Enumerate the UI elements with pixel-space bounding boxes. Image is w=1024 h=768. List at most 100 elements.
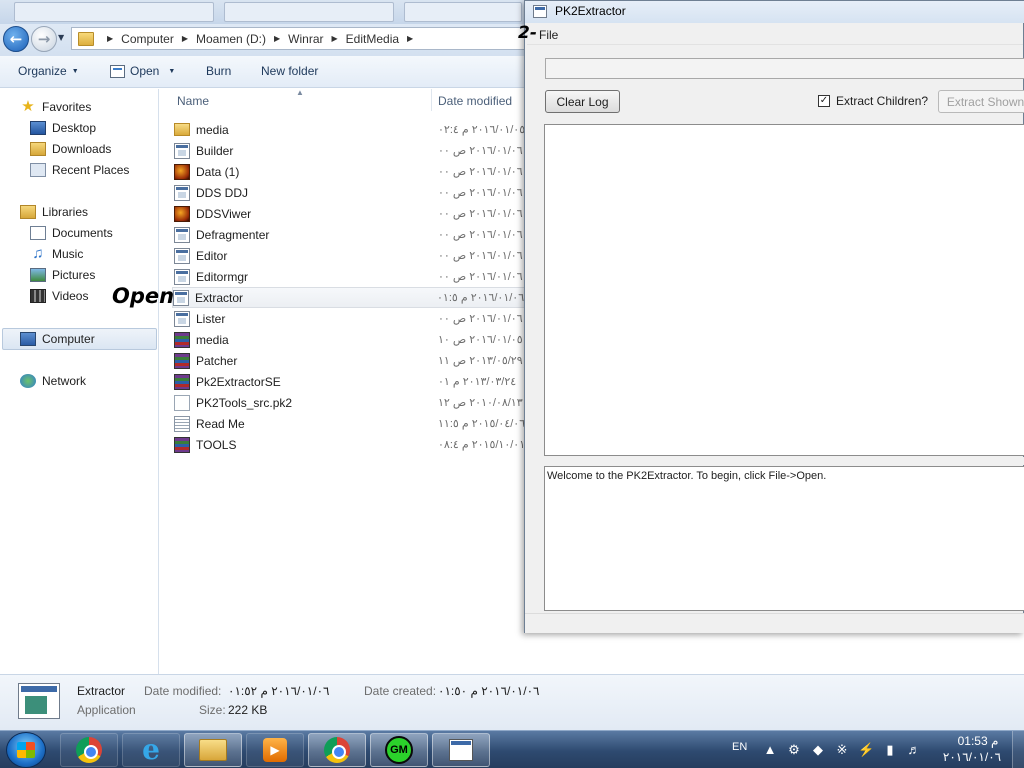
nav-libraries[interactable]: Libraries [20,202,88,222]
pk2-file-tree[interactable] [544,124,1024,456]
file-date-modified: ٢٠١٦/٠١/٠٦ م ٠١:٥ [437,292,525,304]
nav-favorites[interactable]: ★ Favorites [20,97,91,117]
file-row[interactable]: Read Me ٢٠١٥/٠٤/٠٦ م ١١:٥ [174,413,530,434]
breadcrumb-winrar[interactable]: Winrar [287,32,324,46]
new-folder-button[interactable]: New folder [261,64,318,78]
column-divider[interactable] [431,89,432,111]
file-row[interactable]: media ٢٠١٦/٠١/٠٥ م ٠٢:٤ [174,119,530,140]
file-name: Editor [196,248,228,263]
clear-log-button[interactable]: Clear Log [545,90,620,113]
signal-strength-icon[interactable]: ▮ [882,742,898,758]
chevron-right-icon[interactable]: ▶ [182,34,188,43]
clock-date[interactable]: ٢٠١٦/٠١/٠٦ [934,750,1010,764]
pk2-title-bar[interactable]: PK2Extractor [525,1,1024,23]
forward-button[interactable]: → [31,26,57,52]
tray-settings-icon[interactable]: ⚙ [786,742,802,758]
back-button[interactable]: ← [3,26,29,52]
background-window-tab[interactable] [224,2,394,22]
nav-music[interactable]: ♫ Music [30,244,83,264]
taskbar-explorer-button[interactable] [184,733,242,767]
extract-shown-button[interactable]: Extract Shown [938,90,1024,113]
file-row[interactable]: media ٢٠١٦/٠١/٠٥ ص ١٠ [174,329,530,350]
chevron-down-icon[interactable]: ▼ [168,68,175,75]
pk2-log-box[interactable]: Welcome to the PK2Extractor. To begin, c… [544,466,1024,611]
taskbar-ie-button[interactable]: e [122,733,180,767]
organize-button[interactable]: Organize ▼ [18,64,79,78]
file-icon [174,394,190,411]
file-row[interactable]: Editormgr ٢٠١٦/٠١/٠٦ ص ٠٠ [174,266,530,287]
file-row[interactable]: TOOLS ٢٠١٥/١٠/٠١ م ٠٨:٤ [174,434,530,455]
file-name: Editormgr [196,269,249,284]
column-header-date-modified[interactable]: Date modified [438,94,512,108]
nav-recent-places[interactable]: Recent Places [30,160,129,180]
power-icon[interactable]: ⚡ [858,742,874,758]
taskbar-gm-button[interactable]: GM [370,733,428,767]
winrar-archive-icon [174,373,190,390]
file-row[interactable]: Patcher ٢٠١٣/٠٥/٢٩ ص ١١ [174,350,530,371]
bluetooth-icon[interactable]: ※ [834,742,850,758]
pk2-path-field[interactable] [545,58,1024,79]
file-row[interactable]: DDSViwer ٢٠١٦/٠١/٠٦ ص ٠٠ [174,203,530,224]
dragon-icon [174,163,190,180]
taskbar-pk2extractor-button[interactable] [432,733,490,767]
recent-pages-button[interactable]: ▼ [58,33,68,42]
checkmark-icon[interactable]: ✓ [818,95,830,107]
file-date-modified: ٢٠١٥/١٠/٠١ م ٠٨:٤ [438,439,526,451]
nav-desktop[interactable]: Desktop [30,118,96,138]
taskbar-media-player-button[interactable]: ▶ [246,733,304,767]
pk2-window-title: PK2Extractor [555,4,626,18]
videos-filmstrip-icon [30,289,46,303]
file-date-modified: ٢٠١٥/٠٤/٠٦ م ١١:٥ [438,418,526,430]
background-window-tab[interactable] [404,2,522,22]
chevron-right-icon[interactable]: ▶ [407,34,413,43]
file-name: PK2Tools_src.pk2 [196,395,293,410]
nav-pictures[interactable]: Pictures [30,265,95,285]
nav-network[interactable]: Network [20,371,86,391]
file-row[interactable]: Defragmenter ٢٠١٦/٠١/٠٦ ص ٠٠ [174,224,530,245]
volume-icon[interactable]: ♬ [906,742,922,758]
nav-computer[interactable]: Computer [20,329,95,349]
nav-documents[interactable]: Documents [30,223,113,243]
open-label: Open [130,64,160,78]
file-row[interactable]: Builder ٢٠١٦/٠١/٠٦ ص ٠٠ [174,140,530,161]
file-row[interactable]: DDS DDJ ٢٠١٦/٠١/٠٦ ص ٠٠ [174,182,530,203]
file-row[interactable]: Data (1) ٢٠١٦/٠١/٠٦ ص ٠٠ [174,161,530,182]
language-indicator[interactable]: EN [732,741,747,753]
breadcrumb-editmedia[interactable]: EditMedia [345,32,400,46]
nav-videos[interactable]: Videos [30,286,88,306]
chevron-right-icon[interactable]: ▶ [274,34,280,43]
step-annotation: 2- [518,23,537,43]
show-desktop-button[interactable] [1012,731,1024,768]
file-name: DDS DDJ [196,185,249,200]
address-bar[interactable]: ▶ Computer ▶ Moamen (D:) ▶ Winrar ▶ Edit… [71,27,531,50]
burn-button[interactable]: Burn [206,64,231,78]
file-date-modified: ٢٠١٣/٠٥/٢٩ ص ١١ [438,355,523,367]
file-row[interactable]: PK2Tools_src.pk2 ٢٠١٠/٠٨/١٣ ص ١٢ [174,392,530,413]
chevron-right-icon[interactable]: ▶ [107,34,113,43]
nav-downloads[interactable]: Downloads [30,139,111,159]
file-row[interactable]: Pk2ExtractorSE ٢٠١٣/٠٣/٢٤ م ٠١ [174,371,530,392]
menu-file[interactable]: File [539,28,558,42]
file-row[interactable]: Lister ٢٠١٦/٠١/٠٦ ص ٠٠ [174,308,530,329]
chrome-icon [324,737,350,763]
chevron-right-icon[interactable]: ▶ [332,34,338,43]
taskbar-chrome-window-button[interactable] [308,733,366,767]
column-header-name[interactable]: Name [177,94,209,108]
tray-network-share-icon[interactable]: ◆ [810,742,826,758]
background-window-tab[interactable] [14,2,214,22]
extract-children-checkbox[interactable]: ✓ Extract Children? [818,94,928,108]
dragon-icon [174,205,190,222]
open-button[interactable]: Open ▼ [110,64,175,78]
file-row[interactable]: Extractor ٢٠١٦/٠١/٠٦ م ٠١:٥ [172,287,528,308]
taskbar-chrome-button[interactable] [60,733,118,767]
clock-time[interactable]: 01:53 م [948,734,1008,748]
tray-app-icon[interactable]: ▲ [762,742,778,758]
file-list: ▲ Name Date modified media ٢٠١٦/٠١/٠٥ م ٠… [160,88,530,674]
application-icon [18,683,60,719]
file-row[interactable]: Editor ٢٠١٦/٠١/٠٦ ص ٠٠ [174,245,530,266]
nav-desktop-label: Desktop [52,121,97,135]
pane-splitter[interactable] [525,457,1024,465]
breadcrumb-computer[interactable]: Computer [120,32,175,46]
breadcrumb-drive[interactable]: Moamen (D:) [195,32,267,46]
start-button[interactable] [6,732,46,768]
